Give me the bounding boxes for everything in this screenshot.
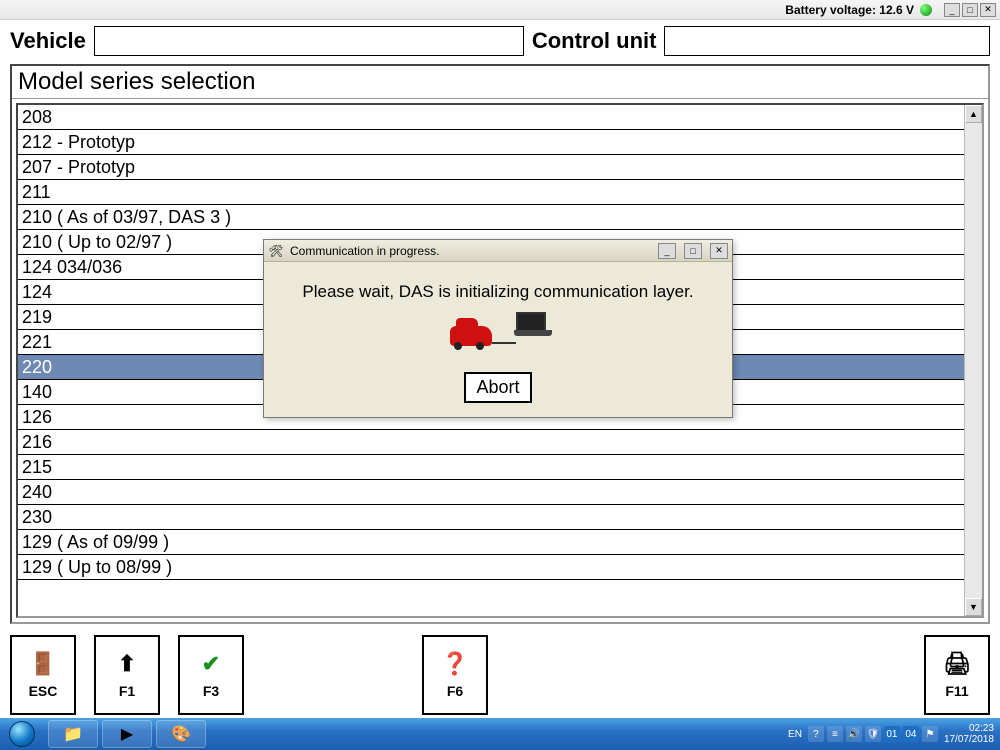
taskbar-media-button[interactable]: ▶ [102, 720, 152, 748]
app-titlebar: Battery voltage: 12.6 V _ □ ✕ [0, 0, 1000, 20]
control-unit-input[interactable] [664, 26, 990, 56]
model-row[interactable]: 211 [18, 180, 964, 205]
dialog-message: Please wait, DAS is initializing communi… [280, 282, 716, 302]
esc-button[interactable]: 🚪 ESC [10, 635, 76, 715]
fkey-label: F11 [945, 683, 968, 699]
battery-voltage-label: Battery voltage: 12.6 V [785, 3, 914, 17]
model-row[interactable]: 215 [18, 455, 964, 480]
communication-dialog: 🛠 Communication in progress. _ □ ✕ Pleas… [263, 239, 733, 418]
status-led-icon [920, 4, 932, 16]
model-row[interactable]: 208 [18, 105, 964, 130]
tray-help-icon[interactable]: ? [808, 726, 824, 742]
fkey-label: F1 [119, 683, 135, 699]
tray-volume-icon[interactable]: 🔊 [846, 726, 862, 742]
maximize-button[interactable]: □ [962, 3, 978, 17]
tray-time: 02:23 [944, 723, 994, 734]
tray-badge-2[interactable]: 04 [903, 726, 919, 742]
fkey-label: F3 [203, 683, 219, 699]
model-row[interactable]: 210 ( As of 03/97, DAS 3 ) [18, 205, 964, 230]
f6-button[interactable]: ❓ F6 [422, 635, 488, 715]
vehicle-input[interactable] [94, 26, 524, 56]
model-row[interactable]: 129 ( As of 09/99 ) [18, 530, 964, 555]
dialog-app-icon: 🛠 [268, 243, 284, 259]
model-row[interactable]: 216 [18, 430, 964, 455]
vertical-scrollbar[interactable]: ▲ ▼ [964, 105, 982, 616]
dialog-close-button[interactable]: ✕ [710, 243, 728, 259]
header-row: Vehicle Control unit [0, 20, 1000, 60]
tray-badge-1[interactable]: 01 [884, 726, 900, 742]
control-unit-label: Control unit [532, 28, 657, 54]
exit-icon: 🚪 [29, 651, 56, 677]
model-row[interactable]: 240 [18, 480, 964, 505]
minimize-button[interactable]: _ [944, 3, 960, 17]
panel-title: Model series selection [12, 66, 988, 99]
tray-flag-icon[interactable]: ⚑ [922, 726, 938, 742]
laptop-icon [516, 312, 546, 332]
function-key-bar: 🚪 ESC ⬆ F1 ✔ F3 ❓ F6 🖨 F11 [10, 635, 990, 715]
tray-date: 17/07/2018 [944, 734, 994, 745]
checkmark-icon: ✔ [202, 651, 220, 677]
tray-network-icon[interactable]: ≡ [827, 726, 843, 742]
cable-icon [492, 342, 516, 344]
model-row[interactable]: 129 ( Up to 08/99 ) [18, 555, 964, 580]
scroll-down-button[interactable]: ▼ [965, 598, 982, 616]
help-icon: ❓ [441, 651, 468, 677]
windows-taskbar: 📁 ▶ 🎨 EN ? ≡ 🔊 🛡 01 04 ⚑ 02:23 17/07/201… [0, 718, 1000, 750]
tray-clock[interactable]: 02:23 17/07/2018 [944, 723, 994, 745]
windows-orb-icon [9, 721, 35, 747]
model-row[interactable]: 207 - Prototyp [18, 155, 964, 180]
tray-shield-icon[interactable]: 🛡 [865, 726, 881, 742]
dialog-titlebar[interactable]: 🛠 Communication in progress. _ □ ✕ [264, 240, 732, 262]
communication-graphic [280, 326, 716, 346]
model-row[interactable]: 230 [18, 505, 964, 530]
taskbar-explorer-button[interactable]: 📁 [48, 720, 98, 748]
dialog-maximize-button[interactable]: □ [684, 243, 702, 259]
f11-button[interactable]: 🖨 F11 [924, 635, 990, 715]
f1-button[interactable]: ⬆ F1 [94, 635, 160, 715]
car-icon [450, 326, 492, 346]
tray-icons: ? ≡ 🔊 🛡 01 04 ⚑ [808, 726, 938, 742]
printer-icon: 🖨 [943, 651, 971, 677]
taskbar-paint-button[interactable]: 🎨 [156, 720, 206, 748]
model-row[interactable]: 212 - Prototyp [18, 130, 964, 155]
scroll-up-button[interactable]: ▲ [965, 105, 982, 123]
vehicle-label: Vehicle [10, 28, 86, 54]
fkey-label: F6 [447, 683, 463, 699]
up-arrow-icon: ⬆ [118, 651, 136, 677]
close-button[interactable]: ✕ [980, 3, 996, 17]
system-tray: EN ? ≡ 🔊 🛡 01 04 ⚑ 02:23 17/07/2018 [788, 723, 1000, 745]
start-button[interactable] [0, 718, 44, 750]
fkey-label: ESC [29, 683, 58, 699]
abort-button[interactable]: Abort [464, 372, 531, 403]
f3-button[interactable]: ✔ F3 [178, 635, 244, 715]
dialog-minimize-button[interactable]: _ [658, 243, 676, 259]
tray-language-indicator[interactable]: EN [788, 729, 802, 740]
dialog-title: Communication in progress. [290, 244, 439, 258]
